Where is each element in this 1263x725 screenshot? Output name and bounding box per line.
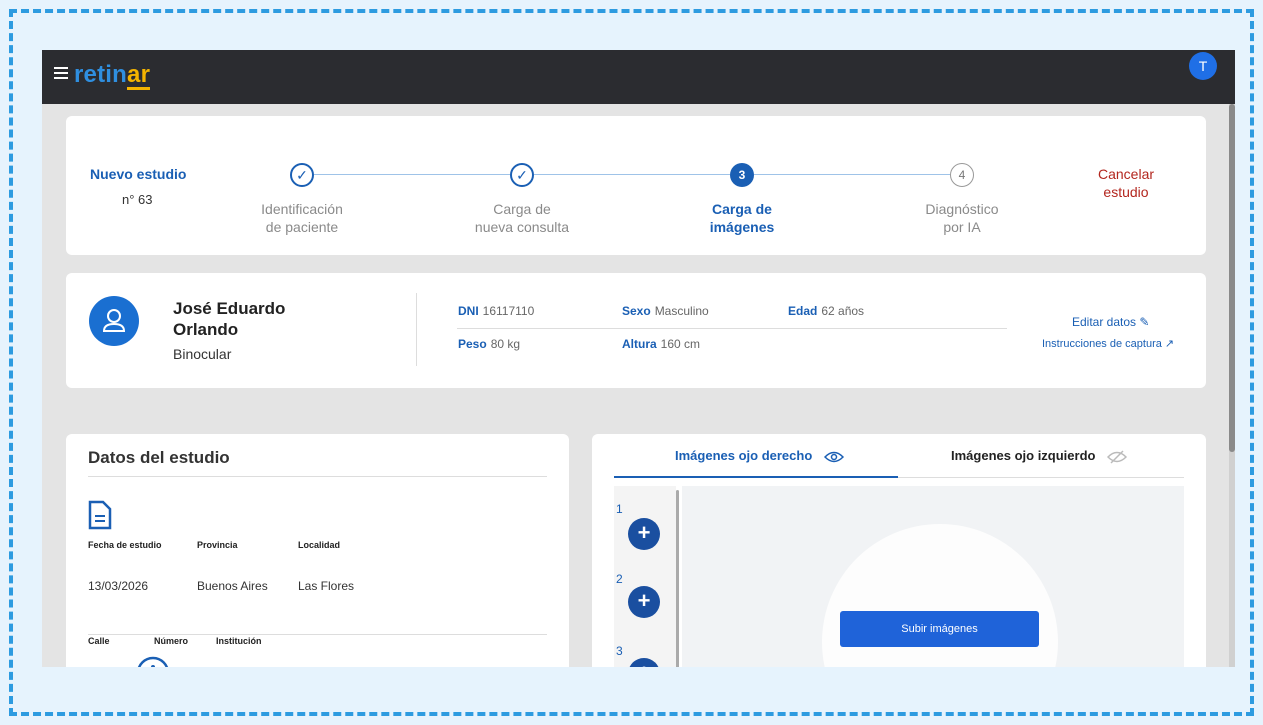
- step-connector: [534, 174, 730, 175]
- study-data-title: Datos del estudio: [88, 448, 230, 467]
- slot-number: 1: [616, 502, 623, 516]
- divider: [88, 634, 547, 635]
- study-date-value: 13/03/2026: [88, 579, 149, 593]
- patient-exam-type: Binocular: [173, 346, 232, 362]
- patient-info-card: José Eduardo Orlando Binocular DNI 1611711…: [66, 273, 1206, 388]
- study-number: n° 63: [122, 192, 153, 207]
- eye-off-icon: [1107, 450, 1128, 464]
- tab-left-eye-images[interactable]: Imágenes ojo izquierdo: [951, 448, 1128, 464]
- altura-field: Altura 160 cm: [622, 337, 701, 351]
- study-date-label: Fecha de estudio: [88, 540, 162, 550]
- edit-data-link[interactable]: Editar datos ✎: [1072, 315, 1149, 329]
- external-link-icon: ↗: [1164, 338, 1175, 350]
- step-3-label: Carga de imágenes: [709, 201, 775, 235]
- eye-icon: [823, 451, 844, 462]
- add-image-1-button[interactable]: +: [628, 518, 660, 550]
- horizontal-divider: [457, 328, 1007, 329]
- peso-field: Peso 80 kg: [458, 337, 521, 351]
- step-1-check-icon: ✓: [290, 163, 314, 187]
- new-study-title: Nuevo estudio: [90, 166, 187, 182]
- eye-images-card: Imágenes ojo derecho Imágenes ojo izquie…: [592, 434, 1206, 667]
- study-data-card: Datos del estudio Fecha de estudio Provi…: [66, 434, 569, 667]
- institution-label: Institución: [216, 636, 262, 646]
- study-stepper-card: Nuevo estudio n° 63 ✓ ✓ 3 4 Identificaci…: [66, 116, 1206, 255]
- step-1-label: Identificación de paciente: [261, 201, 343, 235]
- province-label: Provincia: [197, 540, 238, 550]
- number-label: Número: [154, 636, 189, 646]
- slot-number: 2: [616, 572, 623, 586]
- add-image-2-button[interactable]: +: [628, 586, 660, 618]
- image-slots-list: 1 + 2 + 3 +: [614, 486, 676, 667]
- locality-value: Las Flores: [298, 579, 355, 593]
- top-bar: retinar T: [42, 50, 1235, 104]
- patient-avatar-icon: [89, 296, 139, 346]
- user-avatar-button[interactable]: T: [1189, 52, 1217, 80]
- hamburger-menu-icon[interactable]: [54, 67, 68, 85]
- slots-scrollbar[interactable]: [676, 490, 679, 667]
- upload-images-button[interactable]: Subir imágenes: [840, 611, 1039, 647]
- province-value: Buenos Aires: [197, 579, 268, 593]
- tab-divider: [898, 477, 1184, 478]
- retinar-logo[interactable]: retinar: [74, 61, 151, 90]
- image-drop-area[interactable]: Subir imágenes: [682, 486, 1184, 667]
- document-icon: [88, 500, 112, 530]
- step-3-circle: 3: [730, 163, 754, 187]
- add-image-3-button[interactable]: +: [628, 658, 660, 667]
- tab-right-eye-images[interactable]: Imágenes ojo derecho: [675, 448, 844, 464]
- step-4-circle: 4: [950, 163, 974, 187]
- step-2-label: Carga de nueva consulta: [474, 201, 570, 235]
- divider: [88, 476, 547, 477]
- capture-instructions-link[interactable]: Instrucciones de captura ↗: [1042, 337, 1174, 350]
- sexo-field: Sexo Masculino: [622, 304, 709, 318]
- step-2-check-icon: ✓: [510, 163, 534, 187]
- step-connector: [754, 174, 950, 175]
- step-connector: [314, 174, 510, 175]
- step-4-label: Diagnóstico por IA: [925, 201, 999, 235]
- edad-field: Edad 62 años: [788, 304, 865, 318]
- patient-name: José Eduardo Orlando: [173, 299, 286, 339]
- location-info-icon: [136, 656, 170, 667]
- locality-label: Localidad: [298, 540, 341, 550]
- slot-number: 3: [616, 644, 623, 658]
- scrollbar-thumb[interactable]: [1229, 104, 1235, 452]
- vertical-divider: [416, 293, 417, 366]
- app-window: retinar T Nuevo estudio n° 63 ✓ ✓ 3 4 Id…: [42, 50, 1235, 667]
- active-tab-indicator: [614, 476, 898, 478]
- page-scrollbar[interactable]: [1229, 104, 1235, 667]
- dni-field: DNI 16117110: [458, 304, 535, 318]
- street-label: Calle: [88, 636, 110, 646]
- cancel-study-link[interactable]: Cancelar estudio: [1066, 165, 1186, 201]
- pencil-icon: ✎: [1139, 315, 1150, 329]
